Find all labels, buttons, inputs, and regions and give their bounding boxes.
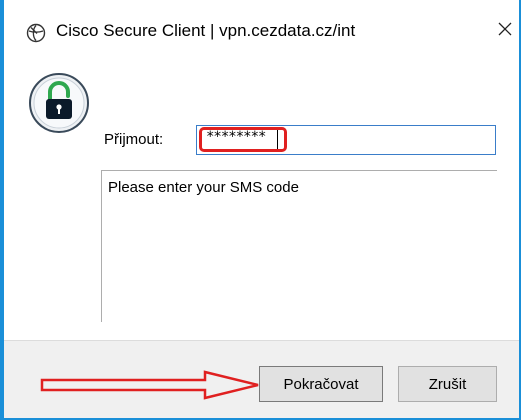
cancel-button[interactable]: Zrušit xyxy=(398,366,497,402)
annotation-highlight-box xyxy=(199,127,287,152)
message-box: Please enter your SMS code xyxy=(101,170,497,322)
lock-icon xyxy=(28,72,90,134)
cisco-secure-client-icon xyxy=(26,23,46,43)
annotation-arrow xyxy=(40,370,259,400)
dialog-window: Cisco Secure Client | vpn.cezdata.cz/int… xyxy=(0,0,521,420)
window-title: Cisco Secure Client | vpn.cezdata.cz/int xyxy=(56,21,356,40)
title-bar[interactable]: Cisco Secure Client | vpn.cezdata.cz/int xyxy=(4,0,519,60)
receive-label: Přijmout: xyxy=(104,131,164,148)
close-button[interactable] xyxy=(490,16,520,46)
close-icon xyxy=(497,21,513,42)
continue-button[interactable]: Pokračovat xyxy=(259,366,383,402)
message-text: Please enter your SMS code xyxy=(108,179,299,196)
